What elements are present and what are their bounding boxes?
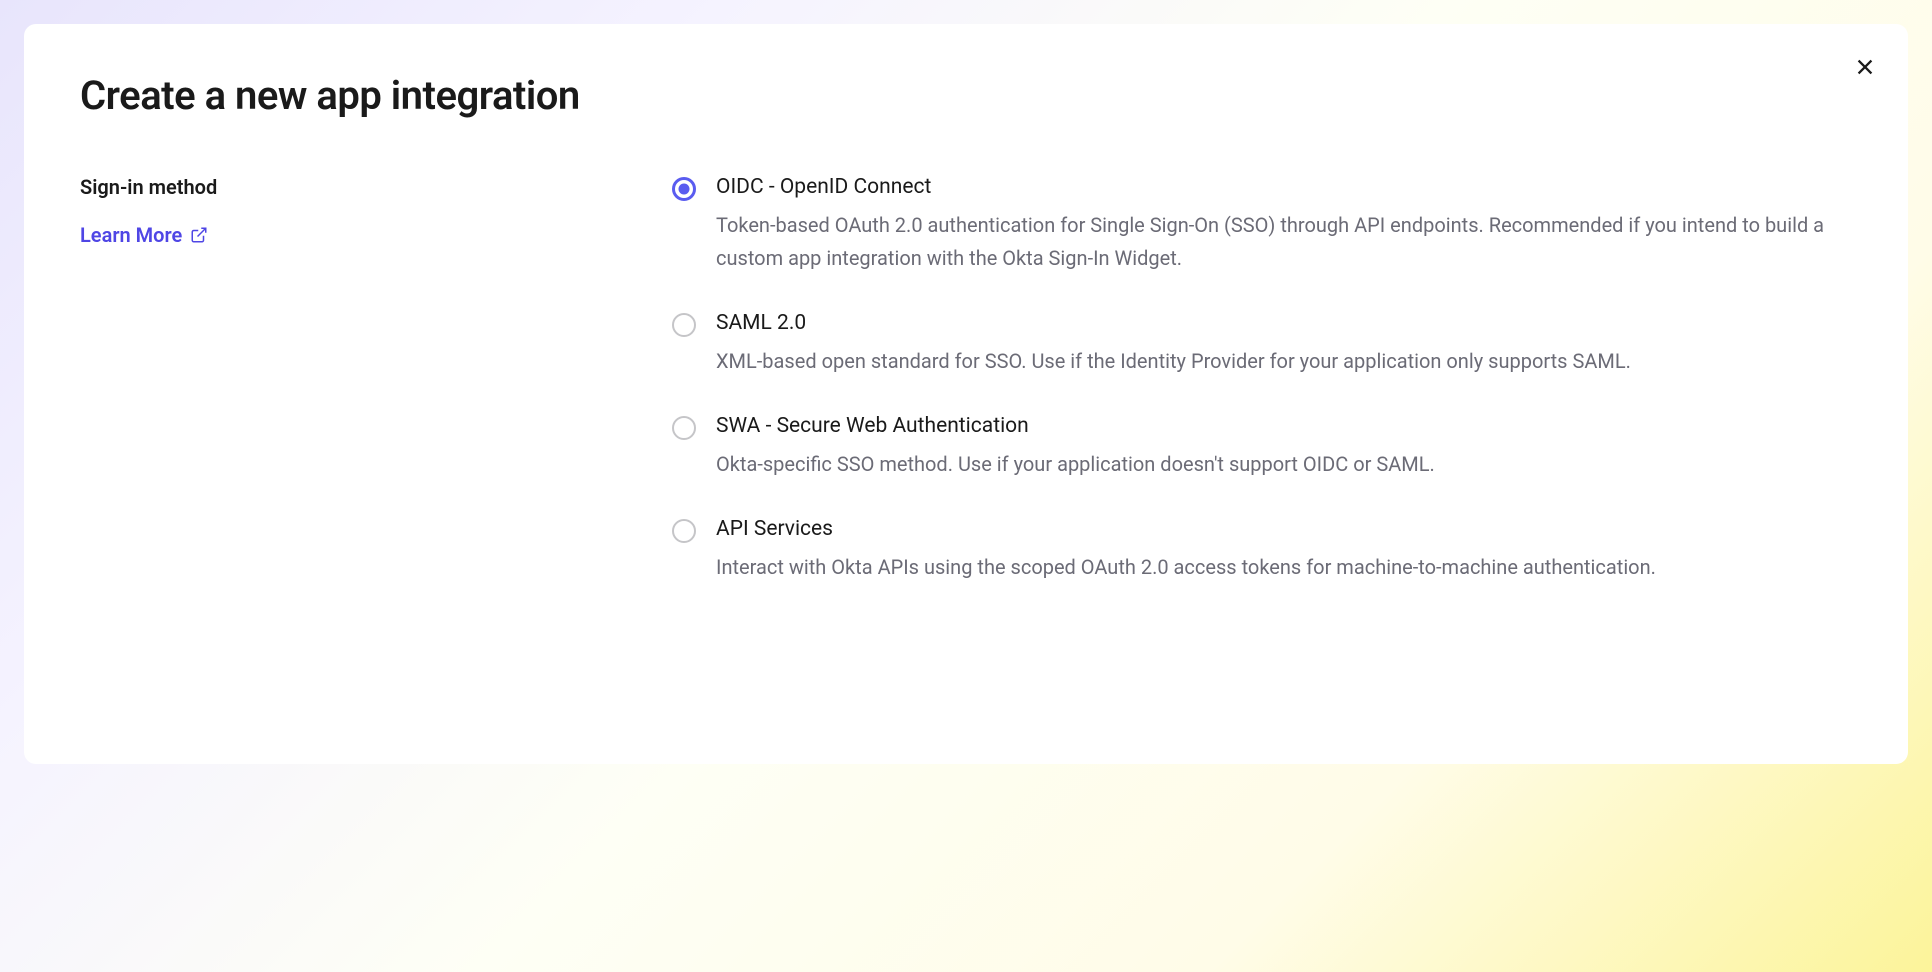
option-title: API Services — [716, 517, 1852, 541]
learn-more-label: Learn More — [80, 223, 182, 247]
option-content: SWA - Secure Web Authentication Okta-spe… — [716, 414, 1852, 481]
option-content: API Services Interact with Okta APIs usi… — [716, 517, 1852, 584]
right-column: OIDC - OpenID Connect Token-based OAuth … — [672, 175, 1852, 584]
radio-option-swa[interactable]: SWA - Secure Web Authentication Okta-spe… — [672, 414, 1852, 481]
close-icon — [1854, 56, 1876, 78]
option-content: SAML 2.0 XML-based open standard for SSO… — [716, 311, 1852, 378]
option-content: OIDC - OpenID Connect Token-based OAuth … — [716, 175, 1852, 275]
option-title: SAML 2.0 — [716, 311, 1852, 335]
option-title: OIDC - OpenID Connect — [716, 175, 1852, 199]
create-app-integration-modal: Create a new app integration Sign-in met… — [24, 24, 1908, 764]
radio-circle — [672, 416, 696, 440]
radio-circle — [672, 177, 696, 201]
option-description: Token-based OAuth 2.0 authentication for… — [716, 209, 1852, 275]
option-description: Okta-specific SSO method. Use if your ap… — [716, 448, 1852, 481]
modal-title: Create a new app integration — [80, 72, 1852, 119]
option-description: Interact with Okta APIs using the scoped… — [716, 551, 1852, 584]
radio-option-api-services[interactable]: API Services Interact with Okta APIs usi… — [672, 517, 1852, 584]
option-title: SWA - Secure Web Authentication — [716, 414, 1852, 438]
radio-option-oidc[interactable]: OIDC - OpenID Connect Token-based OAuth … — [672, 175, 1852, 275]
close-button[interactable] — [1850, 52, 1880, 82]
modal-content: Sign-in method Learn More OIDC - OpenID … — [80, 175, 1852, 584]
section-label: Sign-in method — [80, 175, 640, 199]
learn-more-link[interactable]: Learn More — [80, 223, 208, 247]
option-description: XML-based open standard for SSO. Use if … — [716, 345, 1852, 378]
external-link-icon — [190, 226, 208, 244]
radio-option-saml[interactable]: SAML 2.0 XML-based open standard for SSO… — [672, 311, 1852, 378]
left-column: Sign-in method Learn More — [80, 175, 640, 584]
radio-circle — [672, 519, 696, 543]
radio-circle — [672, 313, 696, 337]
